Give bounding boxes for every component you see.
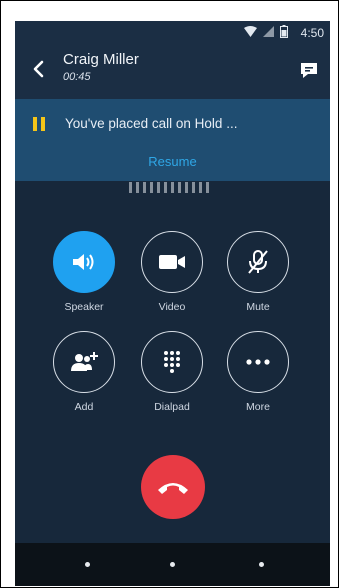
video-control: Video [137, 231, 207, 313]
resume-button[interactable]: Resume [15, 154, 330, 169]
battery-icon [280, 25, 288, 38]
more-dots-icon [246, 359, 270, 365]
mute-label: Mute [246, 301, 270, 313]
more-label: More [246, 401, 270, 413]
dialpad-control: Dialpad [137, 331, 207, 413]
mute-control: Mute [223, 231, 293, 313]
add-person-icon [71, 352, 98, 371]
nav-back-button[interactable] [85, 562, 90, 567]
hang-up-icon [158, 483, 188, 494]
status-bar: 4:50 [15, 21, 330, 45]
speaker-icon [73, 254, 94, 270]
speaker-control: Speaker [49, 231, 119, 313]
video-camera-icon [159, 255, 185, 269]
nav-recents-button[interactable] [259, 562, 264, 567]
nav-home-button[interactable] [170, 562, 175, 567]
add-control: Add [49, 331, 119, 413]
mute-button[interactable] [227, 231, 289, 293]
end-call-button[interactable] [141, 455, 205, 519]
more-control: More [223, 331, 293, 413]
wifi-icon [244, 26, 257, 37]
hold-message: You've placed call on Hold ... [65, 116, 238, 131]
add-label: Add [74, 401, 94, 413]
signal-icon [263, 26, 274, 37]
device-frame: 4:50 Craig Miller 00:45 You've placed ca… [0, 0, 339, 588]
dialpad-label: Dialpad [154, 401, 190, 413]
contact-name: Craig Miller [63, 51, 139, 68]
call-header: Craig Miller 00:45 [15, 45, 330, 99]
video-label: Video [158, 301, 186, 313]
call-duration: 00:45 [63, 71, 91, 83]
status-icons [244, 25, 288, 38]
back-arrow-icon[interactable] [29, 59, 49, 79]
microphone-muted-icon [248, 250, 268, 274]
speaker-label: Speaker [64, 301, 104, 313]
chat-icon[interactable] [298, 59, 320, 81]
hold-banner: You've placed call on Hold ... Resume [15, 99, 330, 181]
dialpad-button[interactable] [141, 331, 203, 393]
more-button[interactable] [227, 331, 289, 393]
remote-video-preview [129, 181, 217, 193]
system-nav-bar [15, 543, 330, 586]
call-screen: 4:50 Craig Miller 00:45 You've placed ca… [15, 21, 330, 586]
speaker-button[interactable] [53, 231, 115, 293]
status-time: 4:50 [300, 26, 324, 40]
pause-icon [33, 117, 45, 131]
video-button[interactable] [141, 231, 203, 293]
dialpad-icon [164, 351, 180, 373]
add-participant-button[interactable] [53, 331, 115, 393]
